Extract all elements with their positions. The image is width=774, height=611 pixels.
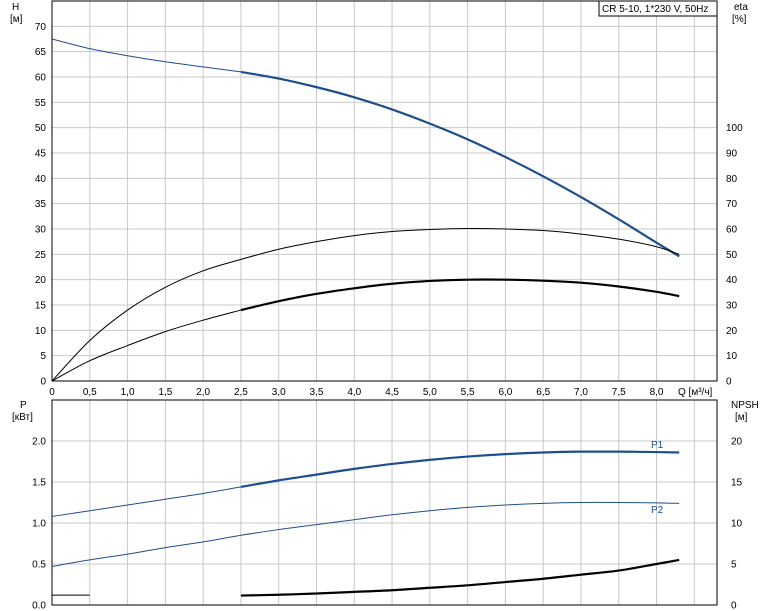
head-tick-label: 35 bbox=[35, 199, 47, 210]
head-tick-label: 65 bbox=[35, 47, 47, 58]
npsh-tick-label: 0 bbox=[731, 601, 737, 611]
power-tick-label: 1.5 bbox=[32, 478, 46, 489]
flow-tick-label: 7,5 bbox=[612, 387, 626, 398]
head-tick-label: 70 bbox=[35, 22, 47, 33]
power-axis-ticks: 0.0 0.5 1.0 1.5 2.0 bbox=[32, 437, 46, 611]
flow-tick-label: 5,5 bbox=[461, 387, 475, 398]
npsh-axis-label: NPSH bbox=[731, 400, 759, 411]
eta-tick-label: 80 bbox=[726, 174, 738, 185]
head-efficiency-curves bbox=[51, 38, 680, 382]
chart-title: CR 5-10, 1*230 V, 50Hz bbox=[602, 4, 708, 15]
head-tick-label: 55 bbox=[35, 98, 47, 109]
eta-tick-label: 30 bbox=[726, 301, 738, 312]
power-tick-label: 1.0 bbox=[32, 519, 46, 530]
flow-tick-label: 6,0 bbox=[498, 387, 512, 398]
head-efficiency-frame bbox=[51, 0, 718, 382]
head-efficiency-panel: 0 5 10 15 20 25 30 35 40 45 50 55 60 65 70 0 10 20 30 40 50… bbox=[10, 0, 748, 398]
npsh-tick-label: 5 bbox=[731, 560, 737, 571]
flow-tick-label: 0,5 bbox=[83, 387, 97, 398]
head-tick-label: 5 bbox=[40, 351, 46, 362]
head-efficiency-curve-0-thin bbox=[51, 38, 241, 73]
head-tick-label: 50 bbox=[35, 123, 47, 134]
flow-tick-label: 4,0 bbox=[347, 387, 361, 398]
eta-tick-label: 70 bbox=[726, 199, 738, 210]
flow-tick-label: 3,0 bbox=[272, 387, 286, 398]
eta-tick-label: 100 bbox=[726, 123, 743, 134]
flow-tick-label: 1,5 bbox=[158, 387, 172, 398]
pump-performance-chart: 0510152025303540455055606570 01020304050… bbox=[10, 0, 759, 611]
eta-axis-label: eta bbox=[734, 2, 748, 13]
npsh-tick-label: 20 bbox=[731, 437, 743, 448]
power-npsh-curve-p2-thin bbox=[51, 501, 680, 567]
head-tick-label: 60 bbox=[35, 73, 47, 84]
flow-axis-label: Q [м³/ч] bbox=[678, 387, 713, 398]
head-axis-unit: [м] bbox=[10, 14, 23, 25]
eta-tick-label: 40 bbox=[726, 275, 738, 286]
eta-tick-label: 0 bbox=[726, 377, 732, 388]
npsh-tick-label: 15 bbox=[731, 478, 743, 489]
power-npsh-curve-p1-thin bbox=[51, 486, 242, 517]
npsh-axis-unit: [м] bbox=[735, 412, 748, 423]
npsh-tick-label: 10 bbox=[731, 519, 743, 530]
flow-tick-label: 5,0 bbox=[423, 387, 437, 398]
head-efficiency-grid bbox=[52, 1, 717, 381]
power-tick-label: 0.5 bbox=[32, 560, 46, 571]
flow-tick-label: 6,5 bbox=[536, 387, 550, 398]
power-npsh-curve-2-bold bbox=[240, 558, 680, 597]
flow-tick-label: 8,0 bbox=[650, 387, 664, 398]
npsh-axis-ticks: 0 5 10 15 20 bbox=[731, 437, 743, 611]
flow-tick-label: 2,5 bbox=[234, 387, 248, 398]
flow-tick-label: 3,5 bbox=[310, 387, 324, 398]
head-tick-label: 45 bbox=[35, 149, 47, 160]
flow-tick-label: 0 bbox=[49, 387, 55, 398]
head-tick-label: 0 bbox=[40, 377, 46, 388]
eta-axis-ticks: 0 10 20 30 40 50 60 70 80 90 100 bbox=[726, 123, 743, 387]
series-label-p1: P1 bbox=[651, 440, 664, 451]
head-tick-label: 10 bbox=[35, 326, 47, 337]
power-tick-label: 0.0 bbox=[32, 601, 46, 611]
head-efficiency-curve-2-thin bbox=[51, 309, 242, 382]
eta-tick-label: 90 bbox=[726, 149, 738, 160]
eta-tick-label: 20 bbox=[726, 326, 738, 337]
eta-tick-label: 50 bbox=[726, 250, 738, 261]
power-axis-unit: [кВт] bbox=[12, 412, 33, 423]
head-axis-ticks: 0 5 10 15 20 25 30 35 40 45 50 55 60 65 70 bbox=[35, 22, 47, 388]
head-tick-label: 20 bbox=[35, 275, 47, 286]
eta-axis-unit: [%] bbox=[732, 14, 747, 25]
flow-tick-label: 4,5 bbox=[385, 387, 399, 398]
head-tick-label: 15 bbox=[35, 301, 47, 312]
power-tick-label: 2.0 bbox=[32, 437, 46, 448]
head-tick-label: 30 bbox=[35, 225, 47, 236]
series-label-p2: P2 bbox=[651, 505, 664, 516]
flow-tick-label: 2,0 bbox=[196, 387, 210, 398]
head-axis-label: H bbox=[12, 2, 19, 13]
eta-tick-label: 10 bbox=[726, 351, 738, 362]
head-tick-label: 25 bbox=[35, 250, 47, 261]
power-npsh-panel: 0.0 0.5 1.0 1.5 2.0 0 5 10 15 20 P [кВт] NPSH [м… bbox=[12, 399, 759, 611]
power-axis-label: P bbox=[20, 400, 27, 411]
power-npsh-curves bbox=[51, 450, 680, 597]
eta-tick-label: 60 bbox=[726, 225, 738, 236]
flow-tick-label: 1,0 bbox=[121, 387, 135, 398]
flow-tick-label: 7,0 bbox=[574, 387, 588, 398]
flow-axis-ticks: 0 0,5 1,0 1,5 2,0 2,5 3,0 3,5 4,0 4,5 5,0 5,5 6,0 6,5… bbox=[49, 387, 664, 398]
head-tick-label: 40 bbox=[35, 174, 47, 185]
